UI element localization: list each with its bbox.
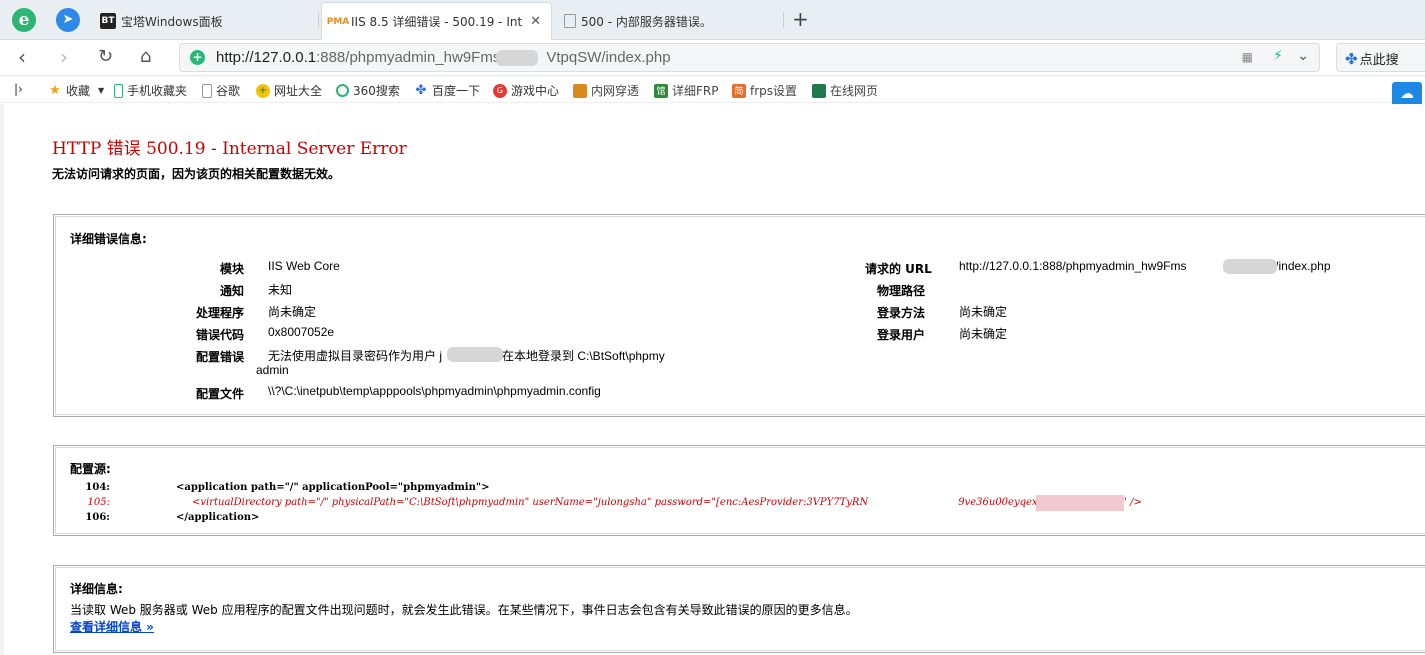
search-label: 点此搜 [1359,53,1399,68]
forward-icon[interactable]: › [60,46,68,68]
view-more-info-link[interactable]: 查看详细信息 » [70,618,154,635]
address-bar[interactable]: + http://127.0.0.1:888/phpmyadmin_hw9Fms… [179,43,1320,72]
game-center-icon: G [493,83,507,98]
redacted-block [1036,495,1124,511]
detail-label: 登录方法 [876,306,925,320]
info-heading: 详细信息: [70,582,123,596]
tab-title: 宝塔Windows面板 [121,14,223,29]
browser-logo-icon[interactable]: e [12,8,36,32]
error-page: HTTP 错误 500.19 - Internal Server Error 无… [0,104,1425,655]
detail-label: 登录用户 [876,328,925,342]
address-toolbar: ‹ › ↻ ⌂ + http://127.0.0.1:888/phpmyadmi… [0,40,1425,76]
line-number: 104: [85,482,110,493]
tab-title: IIS 8.5 详细错误 - 500.19 - Inte [351,15,523,29]
detail-heading: 详细错误信息: [70,232,147,246]
more-info-box: 详细信息: 当读取 Web 服务器或 Web 应用程序的配置文件出现问题时，就会… [53,565,1425,653]
back-icon[interactable]: ‹ [18,46,26,68]
dropdown-icon: ▼ [98,86,105,95]
detail-value: admin [256,363,289,377]
360-search-icon [336,84,349,97]
baidu-paw-icon: ✤ [415,83,427,98]
detail-error-box: 详细错误信息: 模块 IIS Web Core 通知 未知 处理程序 尚未确定 … [53,214,1425,417]
code-line: </application> [176,512,260,523]
chevron-down-icon[interactable]: ⌄ [1297,48,1309,64]
home-icon[interactable]: ⌂ [140,46,151,68]
app-icon: 馆 [654,83,668,98]
detail-label: 处理程序 [195,306,244,320]
baidu-paw-icon: ✤ [1345,50,1358,68]
bookmark-item[interactable]: ★ 收藏 ▼ [48,82,104,99]
bt-icon: BT [100,13,116,29]
code-line-error: <virtualDirectory path="/" physicalPath=… [192,497,1142,508]
detail-value: 尚未确定 [268,305,317,319]
page-icon [564,14,576,28]
detail-value: 0x8007052e [268,325,335,339]
line-number: 106: [85,512,110,523]
redacted-block [1223,259,1277,274]
tab-divider [783,12,784,28]
detail-label: 配置文件 [195,387,244,401]
detail-value: 尚未确定 [959,327,1008,341]
speed-mode-icon[interactable]: ⚡ [1273,48,1283,64]
bookmark-item[interactable]: 在线网页 [812,82,878,99]
redacted-block [496,50,538,66]
detail-value: IIS Web Core [268,259,340,273]
bookmark-item[interactable]: 简 frps设置 [732,82,797,99]
navigation-icon[interactable]: ➤ [56,8,80,32]
code-line: <application path="/" applicationPool="p… [176,482,490,493]
info-text: 当读取 Web 服务器或 Web 应用程序的配置文件出现问题时，就会发生此错误。… [70,603,858,617]
tab-iis-error[interactable]: PMA IIS 8.5 详细错误 - 500.19 - Inte ✕ [321,2,552,40]
tab-title: 500 - 内部服务器错误。 [581,14,712,29]
phone-icon [114,83,123,98]
tab-500-error[interactable]: 500 - 内部服务器错误。 [556,2,782,40]
phpmyadmin-icon: PMA [326,16,350,27]
bookmark-item[interactable]: 手机收藏夹 [114,82,187,99]
bookmark-item[interactable]: ✤ 百度一下 [414,82,480,99]
bookmark-item[interactable]: 360搜索 [336,82,400,99]
close-icon[interactable]: ✕ [530,14,541,29]
bookmark-item[interactable]: G 游戏中心 [493,82,559,99]
qr-code-icon[interactable]: ▦ [1242,50,1253,64]
url-text[interactable]: http://127.0.0.1:888/phpmyadmin_hw9Fms Vt… [216,49,671,66]
tab-divider [318,12,319,28]
web-directory-icon: + [256,83,270,98]
tab-baota[interactable]: BT 宝塔Windows面板 [92,2,317,40]
detail-label: 请求的 URL [865,262,932,276]
cloud-sync-icon[interactable]: ☁ [1392,82,1422,106]
search-box[interactable]: ✤ 点此搜 [1336,43,1425,72]
app-icon [573,83,587,98]
detail-label: 物理路径 [876,284,925,298]
secure-icon: + [190,50,205,65]
config-source-box: 配置源: 104: <application path="/" applicat… [53,445,1425,536]
bookmark-item[interactable]: + 网址大全 [256,82,322,99]
detail-label: 错误代码 [195,328,244,342]
app-icon: 简 [732,83,746,98]
detail-value: 未知 [268,283,293,297]
detail-value: 尚未确定 [959,305,1008,319]
left-edge [0,104,4,655]
new-tab-icon[interactable]: + [792,8,809,30]
bookmark-item[interactable]: 内网穿透 [573,82,639,99]
detail-label: 通知 [219,284,244,298]
sidebar-toggle-icon[interactable]: |› [14,82,23,96]
page-icon [202,83,212,98]
line-number: 105: [87,497,110,508]
star-icon: ★ [49,83,61,98]
bookmarks-bar: |› ★ 收藏 ▼ 手机收藏夹 谷歌 + 网址大全 360搜索 ✤ 百度一下 G 游戏中心… [0,77,1425,103]
app-icon [812,83,826,98]
reload-icon[interactable]: ↻ [98,46,113,68]
detail-value: \\?\C:\inetpub\temp\apppools\phpmyadmin\… [268,384,601,398]
detail-label: 配置错误 [195,350,244,364]
bookmark-item[interactable]: 馆详细FRP [654,82,718,99]
tab-bar: e ➤ BT 宝塔Windows面板 PMA IIS 8.5 详细错误 - 50… [0,0,1425,40]
error-title: HTTP 错误 500.19 - Internal Server Error [52,139,407,159]
redacted-block [447,347,503,362]
bookmark-item[interactable]: 谷歌 [202,82,240,99]
detail-label: 模块 [219,262,244,276]
error-subtitle: 无法访问请求的页面，因为该页的相关配置数据无效。 [52,167,341,181]
config-heading: 配置源: [70,462,111,476]
